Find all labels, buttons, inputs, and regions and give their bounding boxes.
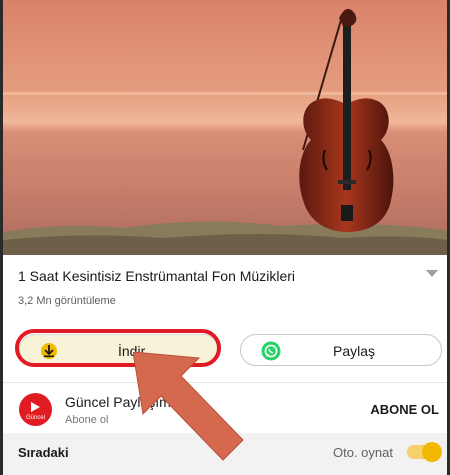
- video-actions: İndir Paylaş: [3, 329, 447, 372]
- channel-name[interactable]: Güncel Paylaşım: [65, 394, 171, 410]
- view-count: 3,2 Mn görüntüleme: [18, 295, 116, 307]
- download-highlight-ring: [15, 329, 221, 367]
- expand-description-icon[interactable]: [426, 270, 438, 277]
- channel-logo: Güncel: [26, 402, 45, 421]
- channel-logo-text: Güncel: [26, 415, 45, 421]
- up-next-row: Sıradaki Oto. oynat: [3, 433, 447, 475]
- up-next-label: Sıradaki: [18, 445, 69, 460]
- autoplay-label: Oto. oynat: [333, 445, 393, 460]
- channel-row[interactable]: Güncel Güncel Paylaşım Abone ol ABONE OL: [3, 383, 447, 433]
- share-label: Paylaş: [333, 343, 376, 359]
- whatsapp-icon: [261, 341, 281, 361]
- channel-avatar[interactable]: Güncel: [19, 393, 52, 426]
- autoplay-toggle[interactable]: [407, 442, 442, 462]
- video-title: 1 Saat Kesintisiz Enstrümantal Fon Müzik…: [18, 268, 295, 284]
- video-player[interactable]: [3, 0, 447, 255]
- autoplay-toggle-knob: [422, 442, 442, 462]
- subscription-status: Abone ol: [65, 414, 109, 426]
- video-thumbnail: [3, 0, 447, 255]
- youtube-watch-screen: 1 Saat Kesintisiz Enstrümantal Fon Müzik…: [0, 0, 450, 475]
- subscribe-button[interactable]: ABONE OL: [370, 402, 439, 417]
- video-title-row[interactable]: 1 Saat Kesintisiz Enstrümantal Fon Müzik…: [18, 265, 438, 287]
- share-button[interactable]: Paylaş: [240, 334, 442, 366]
